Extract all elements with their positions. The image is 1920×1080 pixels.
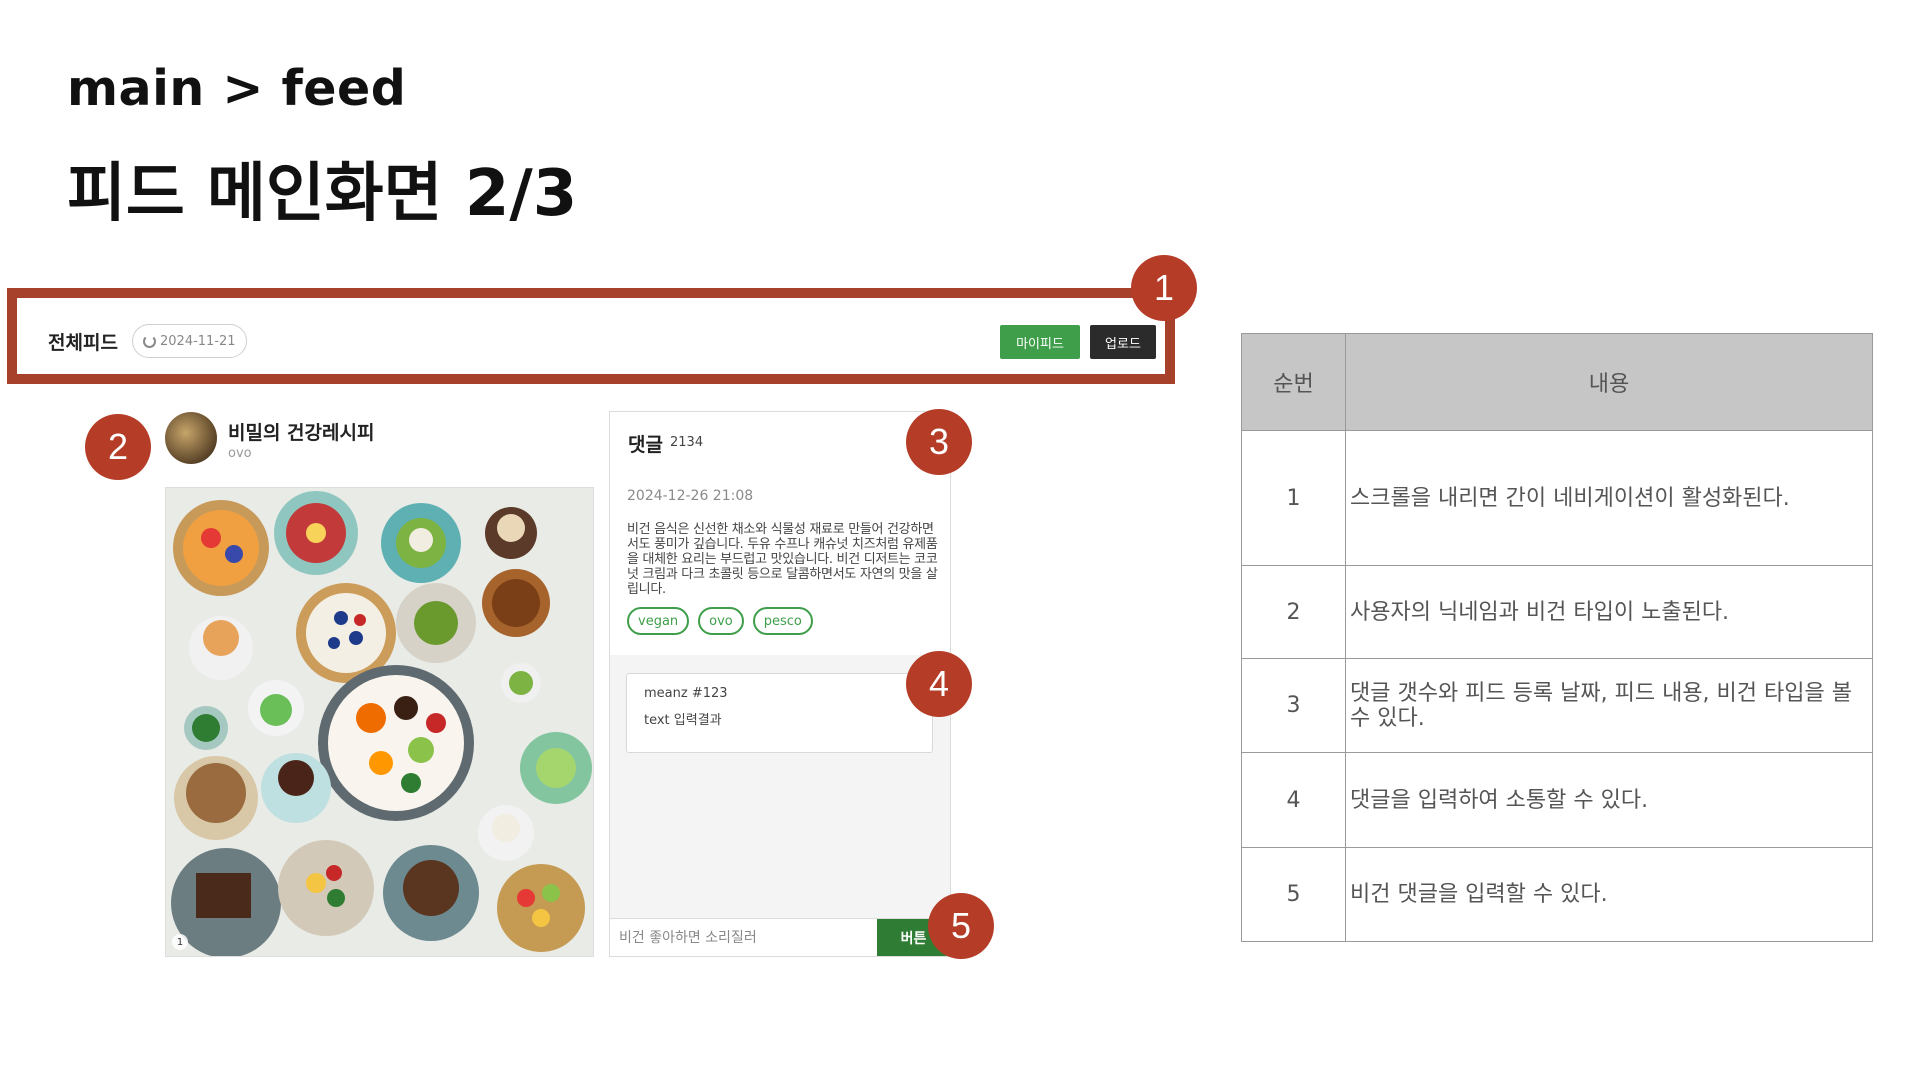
table-cell-number: 3 <box>1241 658 1346 753</box>
table-cell-number: 2 <box>1241 565 1346 659</box>
tag-vegan[interactable]: vegan <box>627 607 690 635</box>
table-header-row: 순번 내용 <box>1241 333 1873 431</box>
profile-name[interactable]: 비밀의 건강레시피 <box>228 418 374 445</box>
feed-image[interactable]: 1 <box>165 487 594 957</box>
feed-navbar: 전체피드 2024-11-21 마이피드 업로드 <box>7 288 1175 384</box>
annotation-marker-1: 1 <box>1131 255 1197 321</box>
table-cell-text: 댓글 갯수와 피드 등록 날짜, 피드 내용, 비건 타입을 볼 수 있다. <box>1345 658 1873 753</box>
profile-vegan-type: ovo <box>228 446 252 461</box>
table-row: 4 댓글을 입력하여 소통할 수 있다. <box>1241 752 1873 848</box>
comment-item: meanz #123 text 입력결과 <box>626 673 933 753</box>
table-cell-number: 1 <box>1241 430 1346 566</box>
annotation-marker-3: 3 <box>906 409 972 475</box>
vegan-food-illustration <box>166 488 593 956</box>
comment-title: 댓글 <box>628 434 663 456</box>
table-row: 5 비건 댓글을 입력할 수 있다. <box>1241 847 1873 942</box>
vegan-type-tags: vegan ovo pesco <box>627 607 813 635</box>
feed-detail: 댓글 2134 2024-12-26 21:08 비건 음식은 신선한 채소와 … <box>610 412 950 655</box>
table-row: 3 댓글 갯수와 피드 등록 날짜, 피드 내용, 비건 타입을 볼 수 있다. <box>1241 658 1873 753</box>
page-title: 피드 메인화면 2/3 <box>67 157 578 231</box>
table-row: 1 스크롤을 내리면 간이 네비게이션이 활성화된다. <box>1241 430 1873 566</box>
table-cell-number: 5 <box>1241 847 1346 942</box>
table-cell-text: 댓글을 입력하여 소통할 수 있다. <box>1345 752 1873 848</box>
comment-input-row: 버튼 <box>610 918 950 956</box>
nav-date: 2024-11-21 <box>160 333 236 349</box>
comment-count: 2134 <box>670 435 704 450</box>
tag-ovo[interactable]: ovo <box>698 607 744 635</box>
comment-text: text 입력결과 <box>644 713 722 728</box>
breadcrumb: main > feed <box>67 60 407 117</box>
annotation-marker-5: 5 <box>928 893 994 959</box>
feed-date: 2024-12-26 21:08 <box>627 488 754 504</box>
comment-user: meanz #123 <box>644 686 728 701</box>
table-cell-number: 4 <box>1241 752 1346 848</box>
table-header-content: 내용 <box>1345 333 1873 431</box>
annotation-marker-2: 2 <box>85 414 151 480</box>
avatar[interactable] <box>165 412 217 464</box>
annotation-marker-4: 4 <box>906 651 972 717</box>
refresh-date-pill[interactable]: 2024-11-21 <box>132 324 247 358</box>
image-counter: 1 <box>172 934 188 950</box>
description-table: 순번 내용 1 스크롤을 내리면 간이 네비게이션이 활성화된다. 2 사용자의… <box>1241 333 1873 942</box>
comment-input[interactable] <box>610 919 877 956</box>
comment-panel: 댓글 2134 2024-12-26 21:08 비건 음식은 신선한 채소와 … <box>609 411 951 957</box>
feed-body-text: 비건 음식은 신선한 채소와 식물성 재료로 만들어 건강하면서도 풍미가 깊습… <box>627 522 938 597</box>
upload-button[interactable]: 업로드 <box>1090 325 1156 359</box>
tag-pesco[interactable]: pesco <box>752 607 813 635</box>
table-cell-text: 사용자의 닉네임과 비건 타입이 노출된다. <box>1345 565 1873 659</box>
refresh-icon <box>143 334 156 348</box>
table-cell-text: 비건 댓글을 입력할 수 있다. <box>1345 847 1873 942</box>
table-header-number: 순번 <box>1241 333 1346 431</box>
table-cell-text: 스크롤을 내리면 간이 네비게이션이 활성화된다. <box>1345 430 1873 566</box>
table-row: 2 사용자의 닉네임과 비건 타입이 노출된다. <box>1241 565 1873 659</box>
my-feed-button[interactable]: 마이피드 <box>1000 325 1080 359</box>
nav-title[interactable]: 전체피드 <box>48 328 118 355</box>
